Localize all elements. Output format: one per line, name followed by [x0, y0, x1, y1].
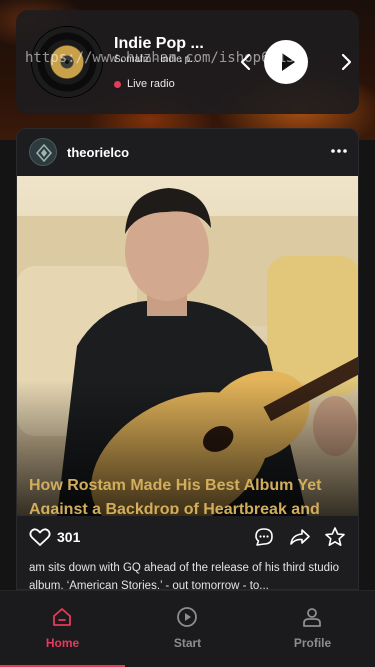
chevron-left-icon[interactable]: [238, 50, 254, 74]
live-dot-icon: [114, 80, 121, 88]
tab-profile[interactable]: Profile: [250, 591, 375, 661]
home-icon: [53, 608, 71, 626]
play-icon: [282, 53, 295, 71]
vinyl-record-icon: [32, 27, 102, 97]
post-headline[interactable]: How Rostam Made His Best Album Yet Again…: [29, 474, 351, 514]
user-icon: [303, 608, 321, 627]
tab-home[interactable]: Home: [0, 591, 125, 661]
station-title: Indie Pop ...: [114, 35, 204, 52]
post-image[interactable]: [17, 176, 358, 516]
post-username[interactable]: theorielco: [67, 145, 129, 160]
play-button[interactable]: [264, 40, 308, 84]
tab-start[interactable]: Start: [125, 591, 250, 661]
star-icon[interactable]: [324, 526, 346, 548]
tab-home-label: Home: [45, 636, 80, 650]
play-circle-icon: [177, 607, 197, 627]
news-post-card: theorielco How Rostam Made His Best Albu…: [16, 128, 359, 590]
live-label: Live radio: [127, 78, 175, 90]
post-actions: 301: [17, 526, 358, 550]
comment-icon[interactable]: [254, 527, 274, 547]
tab-start-label: Start: [173, 636, 202, 650]
avatar[interactable]: [29, 138, 57, 166]
like-count: 301: [57, 529, 81, 545]
bottom-tab-bar: Home Start Profile: [0, 590, 375, 667]
post-caption[interactable]: am sits down with GQ ahead of the releas…: [29, 559, 347, 589]
radio-player-card[interactable]: Indie Pop ... Somafm - Indie p... Live r…: [16, 10, 359, 114]
station-subtitle: Somafm - Indie p...: [114, 54, 199, 65]
more-horizontal-icon[interactable]: [330, 141, 348, 161]
post-header: theorielco: [17, 129, 358, 176]
share-icon[interactable]: [289, 527, 311, 547]
live-indicator: Live radio: [114, 78, 175, 90]
tab-profile-label: Profile: [293, 636, 332, 650]
heart-icon[interactable]: [29, 527, 51, 547]
chevron-right-icon[interactable]: [338, 50, 354, 74]
